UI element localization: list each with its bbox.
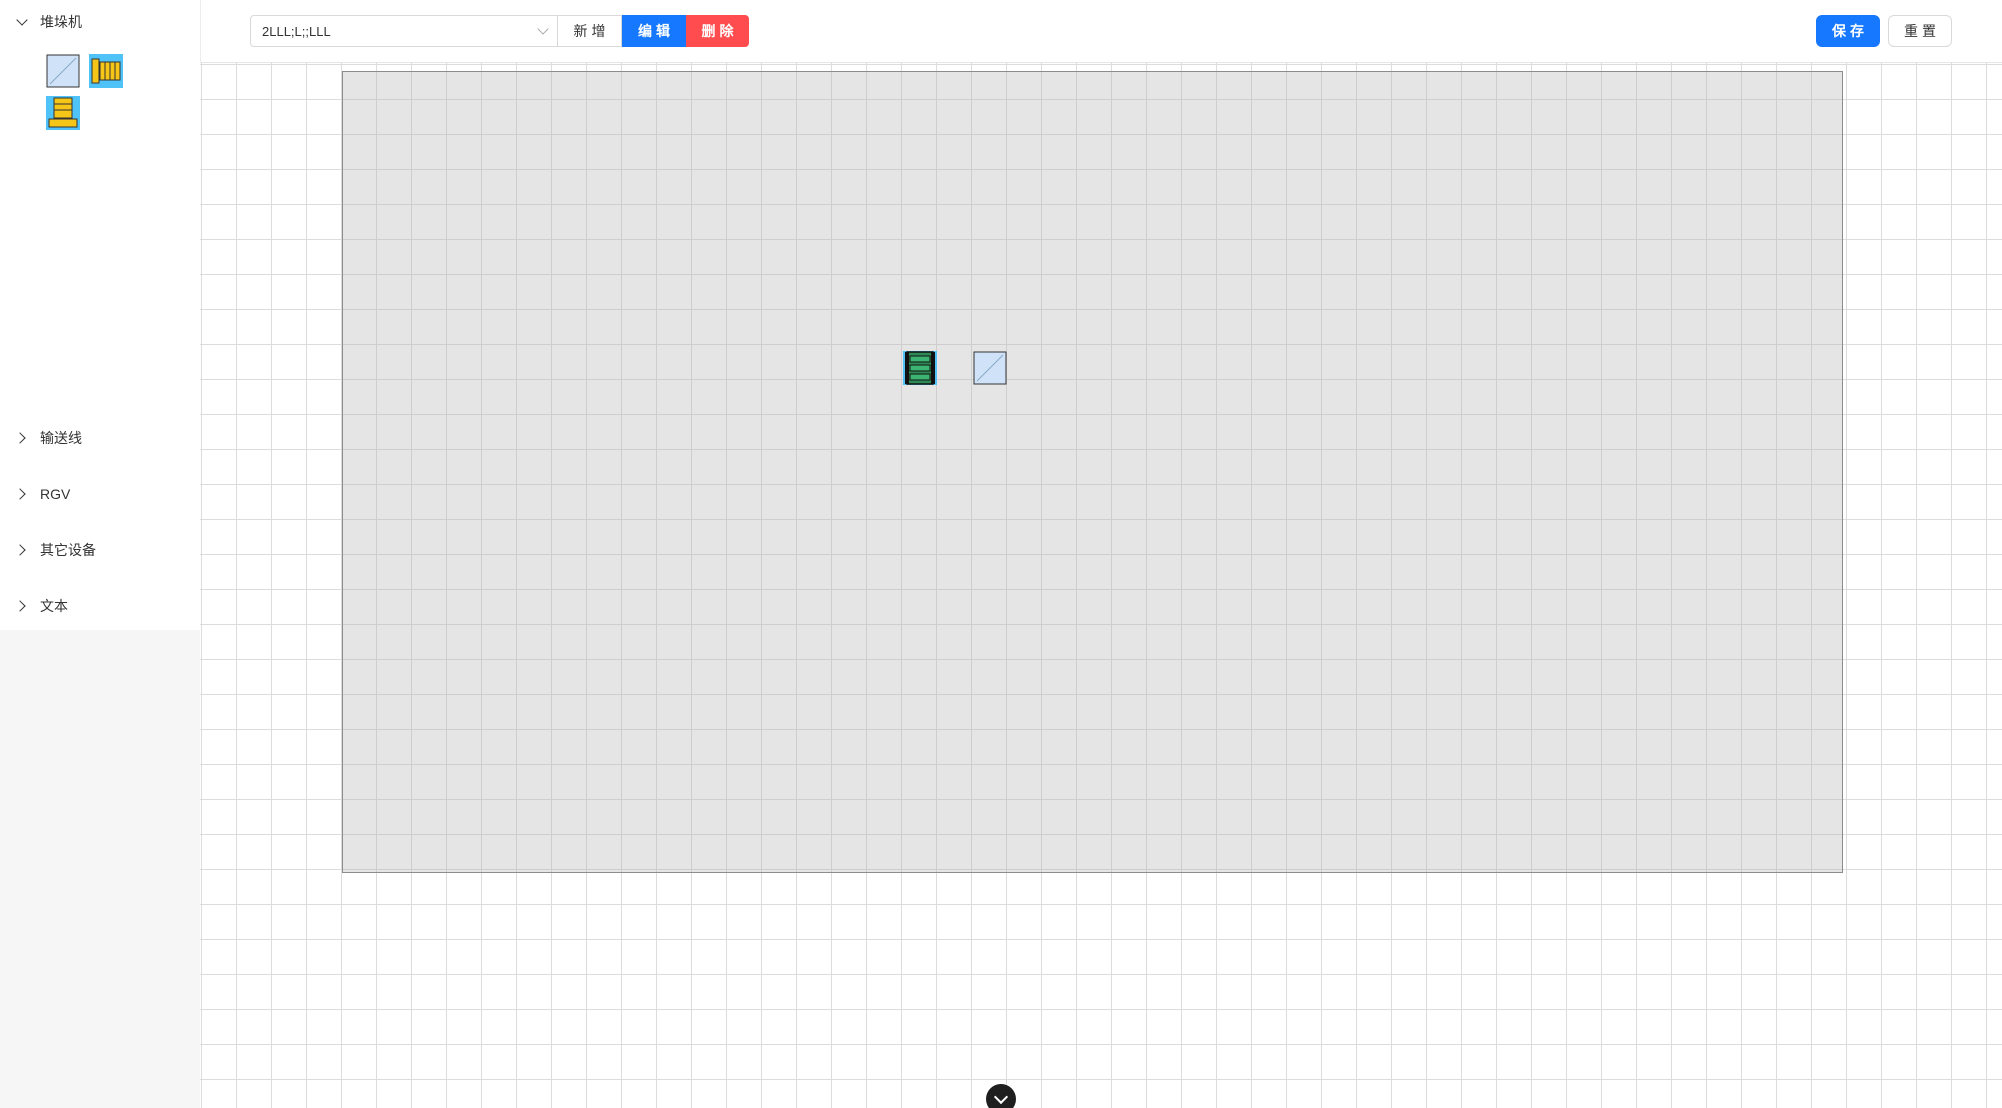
chevron-right-icon [14,432,26,444]
add-button[interactable]: 新增 [558,15,622,47]
reset-button[interactable]: 重置 [1888,15,1952,47]
green-stacker-crane-icon[interactable] [903,351,937,385]
chevron-right-icon [14,600,26,612]
chevron-down-icon [537,23,549,35]
category-label: 其它设备 [40,542,96,558]
edit-button[interactable]: 编辑 [622,15,686,47]
blank-device-icon[interactable] [973,351,1007,385]
category-text[interactable]: 文本 [0,586,200,626]
warehouse-area[interactable] [342,71,1843,873]
stacker-placeholder-icon[interactable] [46,54,80,88]
save-button[interactable]: 保存 [1816,15,1880,47]
category-stacker-crane[interactable]: 堆垛机 [0,2,200,42]
device-sidebar: 堆垛机 输送线 RGV 其它设备 文本 [0,0,201,1108]
stacker-crane-base-icon[interactable] [46,96,80,130]
layout-canvas[interactable] [200,62,2002,1108]
stacker-crane-vertical-icon[interactable] [89,54,123,88]
layout-select-value: 2LLL;L;;LLL [262,24,331,39]
category-label: RGV [40,486,71,502]
category-label: 堆垛机 [40,14,82,30]
category-rgv[interactable]: RGV [0,474,200,514]
delete-button[interactable]: 删除 [686,15,749,47]
category-label: 输送线 [40,430,82,446]
chevron-right-icon [14,488,26,500]
chevron-down-icon [16,14,28,26]
chevron-down-icon [993,1089,1009,1105]
category-conveyor[interactable]: 输送线 [0,418,200,458]
layout-select[interactable]: 2LLL;L;;LLL [250,15,558,47]
layout-editor-app: 堆垛机 输送线 RGV 其它设备 文本 2LLL;L;;LLL 新增 编辑 删除… [0,0,2002,1108]
chevron-right-icon [14,544,26,556]
collapse-panel-button[interactable] [986,1084,1016,1108]
device-category-list: 堆垛机 输送线 RGV 其它设备 文本 [0,0,200,630]
category-label: 文本 [40,598,68,614]
category-other-devices[interactable]: 其它设备 [0,530,200,570]
